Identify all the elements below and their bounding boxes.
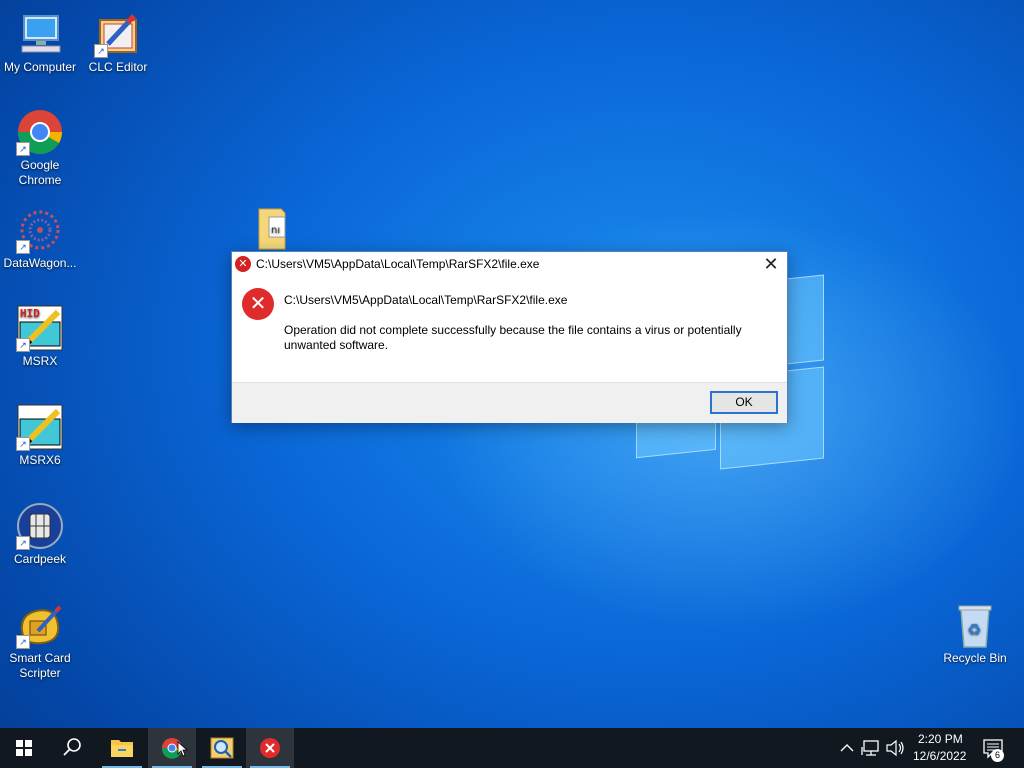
desktop-icon-google-chrome[interactable]: ↗ Google Chrome	[0, 108, 80, 188]
network-tray-button[interactable]	[860, 728, 884, 768]
taskbar-file-explorer[interactable]	[98, 728, 146, 768]
shortcut-arrow-icon: ↗	[16, 536, 30, 550]
clc-editor-icon: ↗	[94, 10, 142, 58]
msrx-icon: HID ↗	[16, 304, 64, 352]
taskbar-chrome[interactable]	[148, 728, 196, 768]
desktop-icon-label: CLC Editor	[88, 60, 148, 74]
search-button[interactable]	[48, 728, 96, 768]
desktop-icon-msrx6[interactable]: ↗ MSRX6	[0, 403, 80, 468]
shortcut-arrow-icon: ↗	[16, 338, 30, 352]
desktop-icon-my-computer[interactable]: My Computer	[0, 10, 80, 75]
shortcut-arrow-icon: ↗	[16, 437, 30, 451]
desktop-background: My Computer ↗ CLC Editor ↗ Google Chrome…	[0, 0, 1024, 728]
virus-alert-dialog: ✕ C:\Users\VM5\AppData\Local\Temp\RarSFX…	[231, 251, 788, 423]
shortcut-arrow-icon: ↗	[16, 240, 30, 254]
chevron-up-icon	[840, 744, 854, 752]
error-icon: ✕	[242, 288, 274, 320]
datawagon-icon: ↗	[16, 206, 64, 254]
svg-text:nı: nı	[271, 225, 280, 236]
computer-icon	[16, 10, 64, 58]
show-hidden-icons-button[interactable]	[836, 728, 858, 768]
taskbar-magnifier-app[interactable]	[198, 728, 246, 768]
taskbar: 2:20 PM 12/6/2022 6	[0, 728, 1024, 768]
desktop-icon-label: Google Chrome	[18, 158, 62, 187]
dialog-file-path: C:\Users\VM5\AppData\Local\Temp\RarSFX2\…	[284, 293, 568, 307]
recycle-bin-icon: ♻	[951, 601, 999, 649]
clock-time: 2:20 PM	[918, 732, 963, 746]
desktop-icon-label: Smart Card Scripter	[9, 651, 71, 680]
desktop-icon-clc-editor[interactable]: ↗ CLC Editor	[78, 10, 158, 75]
dialog-message: Operation did not complete successfully …	[284, 323, 742, 352]
dialog-titlebar[interactable]: ✕ C:\Users\VM5\AppData\Local\Temp\RarSFX…	[232, 252, 787, 276]
folder-zip-icon: nı	[255, 207, 289, 251]
desktop-icon-label: Recycle Bin	[943, 651, 1007, 665]
desktop-icon-recycle-bin[interactable]: ♻ Recycle Bin	[935, 601, 1015, 666]
dialog-title: C:\Users\VM5\AppData\Local\Temp\RarSFX2\…	[256, 257, 540, 271]
chrome-icon	[161, 738, 189, 759]
cardpeek-icon: ↗	[16, 502, 64, 550]
shortcut-arrow-icon: ↗	[94, 44, 108, 58]
dialog-footer	[232, 382, 787, 423]
desktop-icon-label: MSRX	[22, 354, 58, 368]
msrx6-icon: ↗	[16, 403, 64, 451]
start-button[interactable]	[0, 728, 48, 768]
notification-icon	[983, 739, 1003, 759]
file-explorer-icon	[111, 740, 133, 757]
action-center-button[interactable]: 6	[976, 728, 1016, 768]
ok-button[interactable]: OK	[710, 391, 778, 414]
desktop-icon-label: DataWagon...	[3, 256, 77, 270]
shortcut-arrow-icon: ↗	[16, 635, 30, 649]
desktop-icon-label: My Computer	[3, 60, 77, 74]
desktop-icon-label: MSRX6	[19, 453, 61, 467]
desktop-icon-datawagon[interactable]: ↗ DataWagon...	[0, 206, 80, 271]
volume-icon	[886, 739, 904, 757]
clock-date: 12/6/2022	[913, 749, 967, 763]
close-button[interactable]: ✕	[755, 252, 787, 276]
desktop-icon-label: Cardpeek	[13, 552, 67, 566]
desktop-icon-cardpeek[interactable]: ↗ Cardpeek	[0, 502, 80, 567]
smart-card-scripter-icon: ↗	[16, 601, 64, 649]
chrome-icon: ↗	[16, 108, 64, 156]
clock-button[interactable]: 2:20 PM 12/6/2022	[908, 728, 974, 768]
search-icon	[63, 738, 81, 756]
svg-text:♻: ♻	[967, 622, 981, 639]
error-app-icon	[260, 738, 280, 758]
volume-tray-button[interactable]	[884, 728, 906, 768]
error-icon: ✕	[235, 256, 251, 272]
svg-text:HID: HID	[20, 307, 40, 320]
magnifier-app-icon	[210, 737, 234, 759]
network-icon	[861, 740, 879, 756]
desktop-icon-msrx[interactable]: HID ↗ MSRX	[0, 304, 80, 369]
taskbar-error-dialog[interactable]	[246, 728, 294, 768]
notification-count-badge: 6	[991, 749, 1004, 762]
desktop-icon-smart-card-scripter[interactable]: ↗ Smart Card Scripter	[0, 601, 80, 681]
desktop-icon-archive[interactable]: nı	[234, 207, 310, 253]
start-icon	[16, 740, 32, 756]
shortcut-arrow-icon: ↗	[16, 142, 30, 156]
